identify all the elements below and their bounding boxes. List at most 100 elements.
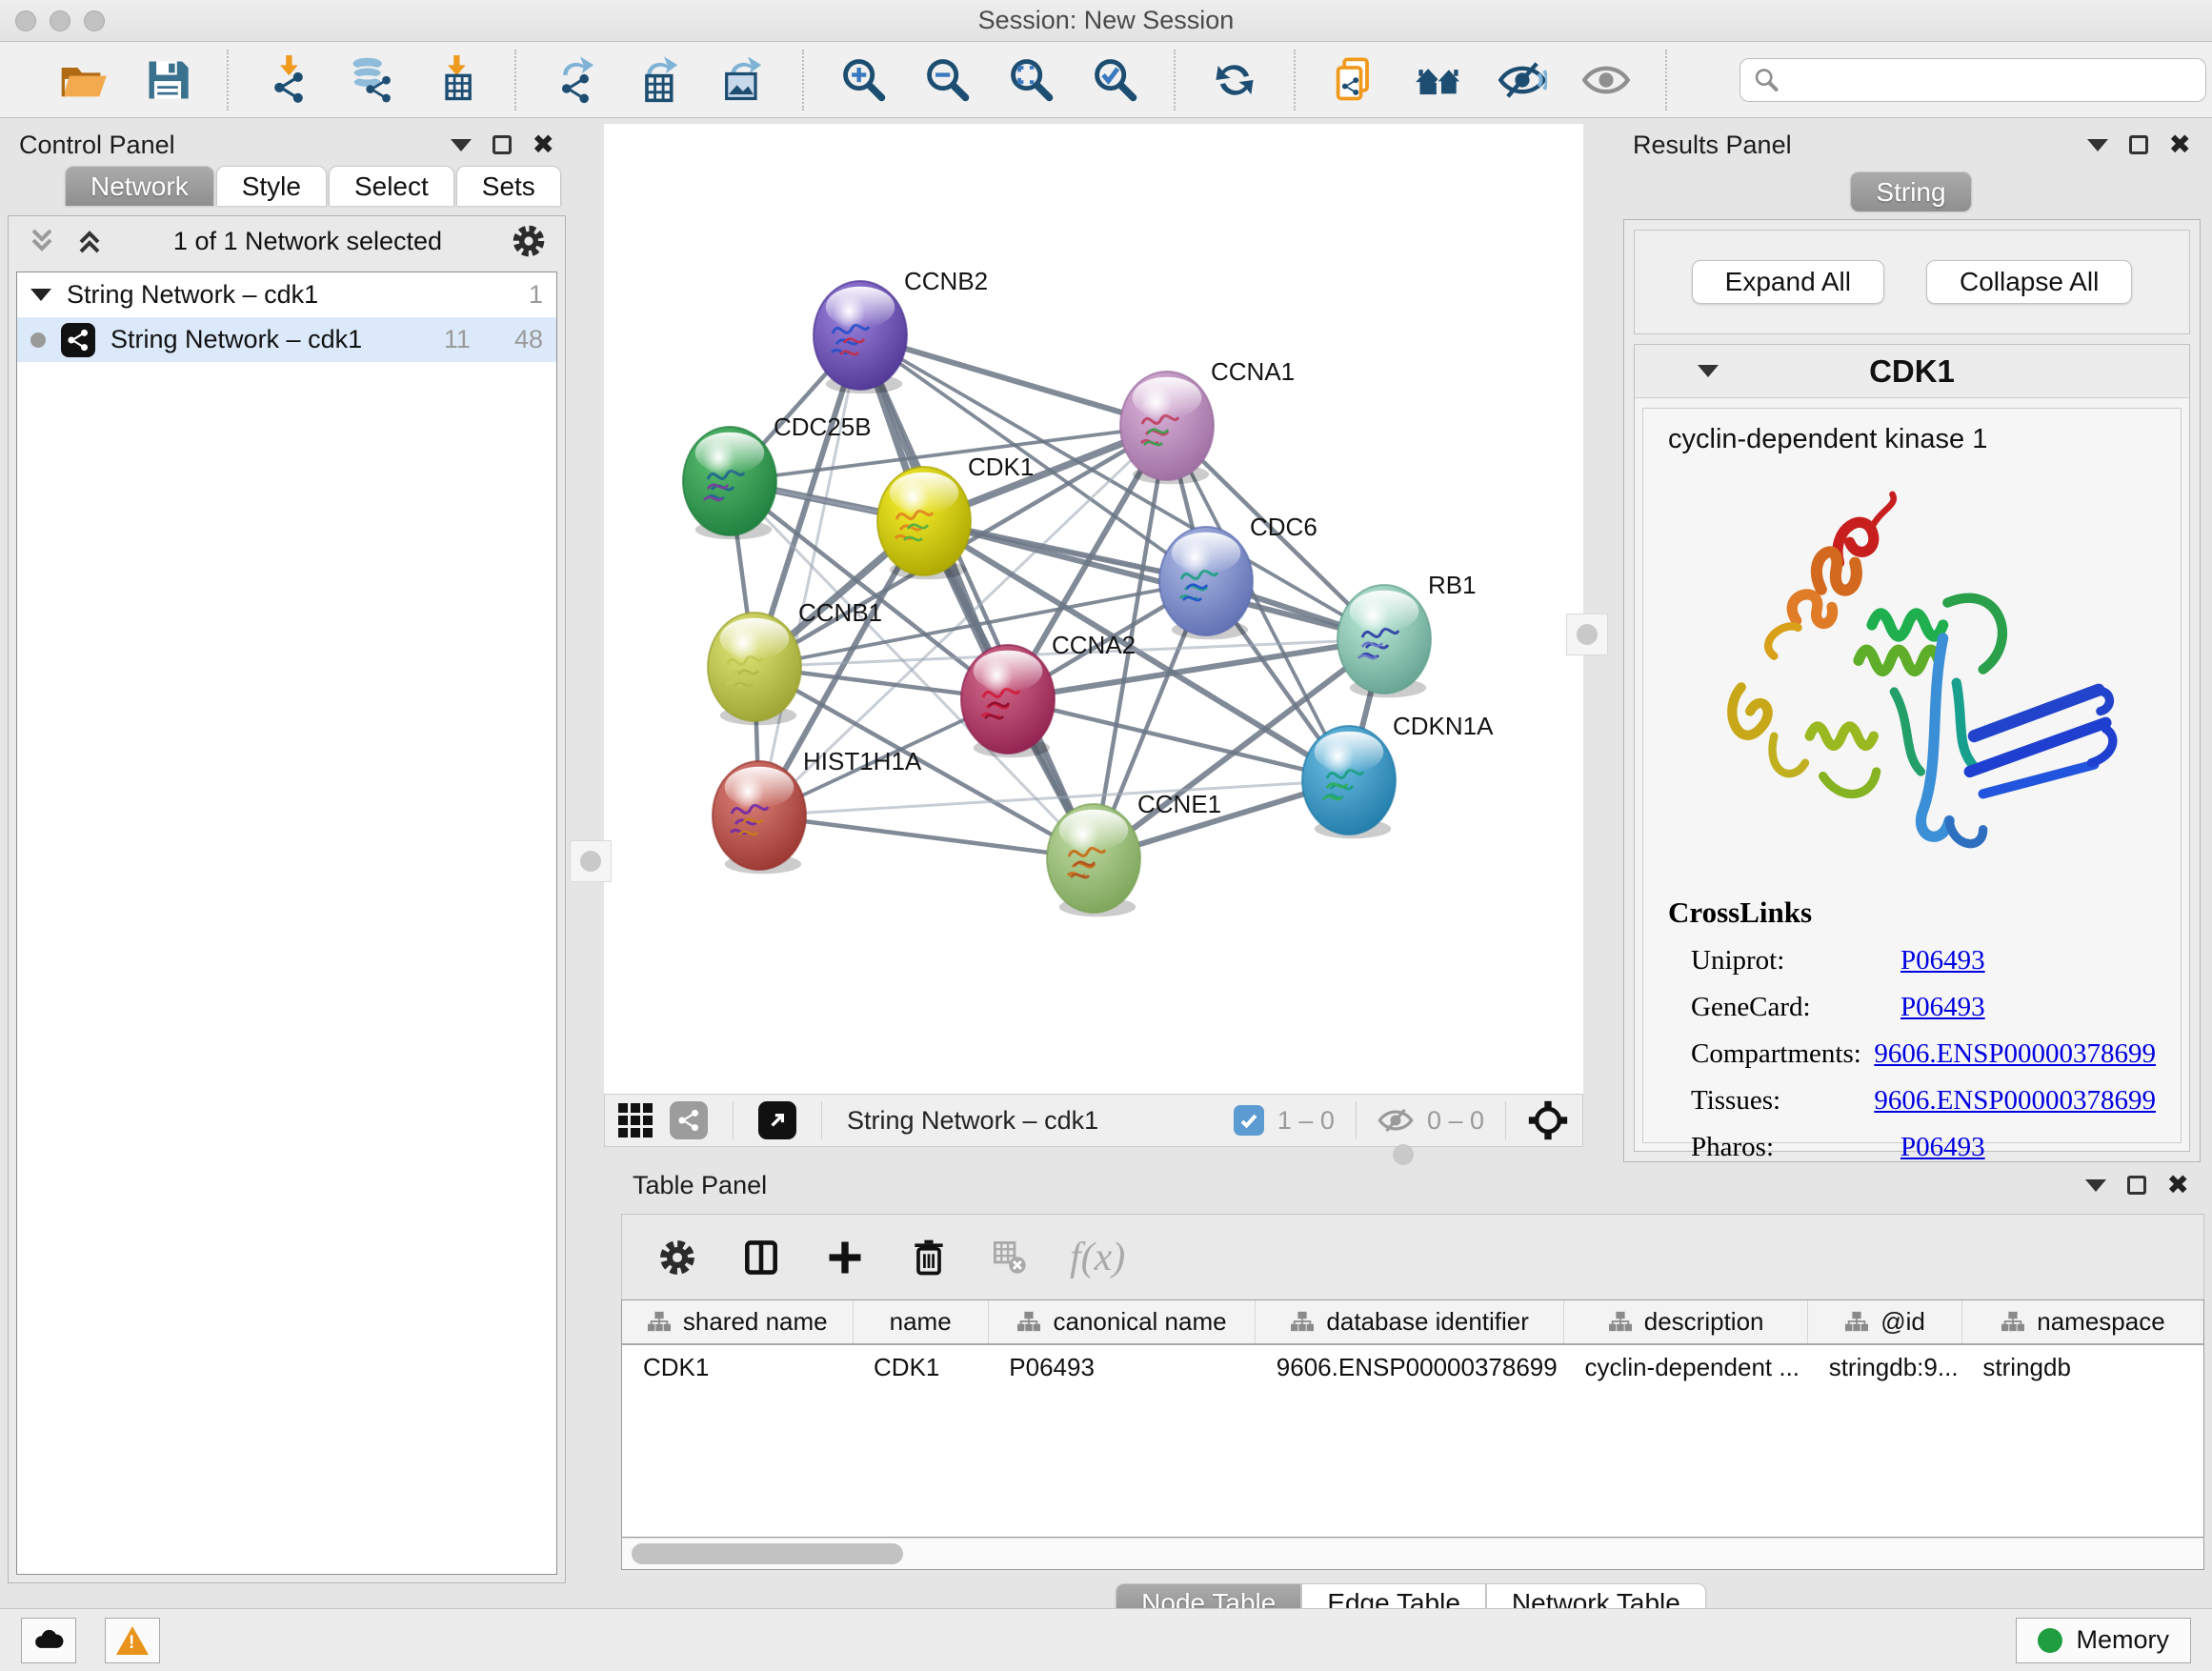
scrollbar-thumb[interactable] xyxy=(632,1543,903,1564)
protein-structure-image xyxy=(1688,478,2136,878)
column-header-shared-name[interactable]: shared name xyxy=(622,1300,853,1344)
node-label: CCNB2 xyxy=(904,267,988,295)
crosslink-link[interactable]: P06493 xyxy=(1900,1132,1985,1163)
search-input[interactable] xyxy=(1739,58,2206,102)
network-collection-row[interactable]: String Network – cdk1 1 xyxy=(17,272,556,317)
table-panel-float-icon[interactable] xyxy=(2127,1176,2146,1195)
import-table-button[interactable] xyxy=(431,55,480,105)
results-panel-float-icon[interactable] xyxy=(2129,135,2148,154)
column-header-database-identifier[interactable]: database identifier xyxy=(1256,1300,1564,1344)
export-table-button[interactable] xyxy=(634,55,684,105)
control-panel-close-icon[interactable]: ✖ xyxy=(533,131,554,158)
import-network-from-database-button[interactable] xyxy=(347,55,396,105)
open-session-button[interactable] xyxy=(59,55,109,105)
detach-view-icon[interactable] xyxy=(758,1101,796,1139)
column-header-canonical-name[interactable]: canonical name xyxy=(988,1300,1256,1344)
zoom-in-button[interactable] xyxy=(838,55,888,105)
column-header-@id[interactable]: @id xyxy=(1808,1300,1962,1344)
table-row[interactable]: CDK1CDK1P064939606.ENSP00000378699cyclin… xyxy=(622,1344,2203,1390)
zoom-out-button[interactable] xyxy=(922,55,972,105)
gene-entry: CDK1 cyclin-dependent kinase 1 xyxy=(1634,344,2190,1152)
tab-string[interactable]: String xyxy=(1850,171,1971,211)
table-toolbar: f(x) xyxy=(621,1214,2204,1299)
network-column-icon xyxy=(1016,1310,1041,1333)
crosslink-link[interactable]: P06493 xyxy=(1900,945,1985,976)
gene-entry-header[interactable]: CDK1 xyxy=(1635,345,2189,398)
zoom-fit-button[interactable] xyxy=(1006,55,1056,105)
save-session-button[interactable] xyxy=(143,55,192,105)
show-all-button[interactable] xyxy=(1581,55,1631,105)
column-header-name[interactable]: name xyxy=(853,1300,988,1344)
warning-button[interactable]: ! xyxy=(105,1618,160,1663)
collection-expand-icon[interactable] xyxy=(30,289,51,301)
collapse-all-networks-icon[interactable] xyxy=(73,225,106,257)
birdseye-crosshair-icon[interactable] xyxy=(1527,1099,1569,1141)
refresh-button[interactable] xyxy=(1210,55,1259,105)
table-cell[interactable]: CDK1 xyxy=(853,1344,988,1390)
delete-column-icon[interactable] xyxy=(908,1237,950,1278)
network-node-ccna2[interactable]: CCNA2 xyxy=(961,631,1136,757)
control-panel-float-icon[interactable] xyxy=(493,135,512,154)
crosslinks-title: CrossLinks xyxy=(1668,896,2156,930)
crosslink-label: Uniprot: xyxy=(1691,945,1900,976)
table-options-gear-icon[interactable] xyxy=(656,1237,698,1278)
tab-style[interactable]: Style xyxy=(216,166,327,206)
network-node-ccne1[interactable]: CCNE1 xyxy=(1047,790,1221,916)
table-panel-close-icon[interactable]: ✖ xyxy=(2167,1172,2189,1198)
control-panel-tabs: NetworkStyleSelectSets xyxy=(8,166,566,206)
network-view-icon[interactable] xyxy=(670,1101,708,1139)
warning-icon: ! xyxy=(116,1626,149,1655)
expand-all-button[interactable]: Expand All xyxy=(1692,260,1884,304)
network-row[interactable]: String Network – cdk1 11 48 xyxy=(17,317,556,362)
column-header-description[interactable]: description xyxy=(1564,1300,1808,1344)
table-cell[interactable]: stringdb xyxy=(1961,1344,2203,1390)
homes-button[interactable] xyxy=(1414,55,1463,105)
table-cell[interactable]: stringdb:9... xyxy=(1808,1344,1962,1390)
table-cell[interactable]: 9606.ENSP00000378699 xyxy=(1256,1344,1564,1390)
network-edge[interactable] xyxy=(759,335,860,815)
add-column-icon[interactable] xyxy=(824,1237,866,1278)
column-header-namespace[interactable]: namespace xyxy=(1961,1300,2203,1344)
table-horizontal-scrollbar[interactable] xyxy=(621,1538,2204,1570)
right-splitter-handle[interactable] xyxy=(1566,614,1608,655)
crosslink-link[interactable]: 9606.ENSP00000378699 xyxy=(1874,1038,2156,1070)
tab-sets[interactable]: Sets xyxy=(456,166,561,206)
network-canvas[interactable]: CCNB2CCNA1CDC25BCDK1CDC6RB1CCNB1CCNA2CDK… xyxy=(604,124,1583,1094)
string-document-button[interactable] xyxy=(1330,55,1379,105)
export-network-button[interactable] xyxy=(551,55,600,105)
network-options-gear-icon[interactable] xyxy=(510,222,548,260)
network-node-rb1[interactable]: RB1 xyxy=(1337,571,1477,697)
show-columns-icon[interactable] xyxy=(740,1237,782,1278)
network-node-cdc6[interactable]: CDC6 xyxy=(1159,513,1317,639)
hide-selected-button[interactable] xyxy=(1498,55,1547,105)
grid-view-icon[interactable] xyxy=(618,1103,653,1137)
table-panel-menu-icon[interactable] xyxy=(2085,1179,2106,1192)
control-panel-menu-icon[interactable] xyxy=(451,139,472,151)
table-cell[interactable]: P06493 xyxy=(988,1344,1256,1390)
crosslink-label: Compartments: xyxy=(1691,1038,1874,1070)
table-cell[interactable]: cyclin-dependent ... xyxy=(1564,1344,1808,1390)
collapse-all-button[interactable]: Collapse All xyxy=(1926,260,2132,304)
crosslink-label: Tissues: xyxy=(1691,1085,1874,1117)
results-panel-menu-icon[interactable] xyxy=(2087,139,2108,151)
network-edge[interactable] xyxy=(759,815,1094,858)
zoom-selected-button[interactable] xyxy=(1090,55,1139,105)
network-edge[interactable] xyxy=(860,335,1094,858)
crosslink-link[interactable]: 9606.ENSP00000378699 xyxy=(1874,1085,2156,1117)
tab-network[interactable]: Network xyxy=(65,166,214,206)
crosslink-link[interactable]: P06493 xyxy=(1900,992,1985,1023)
cloud-button[interactable] xyxy=(21,1618,76,1663)
gene-collapse-icon[interactable] xyxy=(1698,365,1719,377)
results-panel-close-icon[interactable]: ✖ xyxy=(2169,131,2191,158)
export-image-button[interactable] xyxy=(718,55,768,105)
network-node-ccnb2[interactable]: CCNB2 xyxy=(814,267,988,393)
memory-button[interactable]: Memory xyxy=(2016,1618,2191,1663)
import-network-button[interactable] xyxy=(263,55,312,105)
left-splitter-handle[interactable] xyxy=(570,840,612,882)
network-node-hist1h1a[interactable]: HIST1H1A xyxy=(713,747,922,874)
selected-checkbox[interactable] xyxy=(1234,1105,1264,1136)
network-node-cdkn1a[interactable]: CDKN1A xyxy=(1302,712,1494,838)
expand-all-networks-icon[interactable] xyxy=(26,225,58,257)
table-cell[interactable]: CDK1 xyxy=(622,1344,853,1390)
tab-select[interactable]: Select xyxy=(329,166,454,206)
